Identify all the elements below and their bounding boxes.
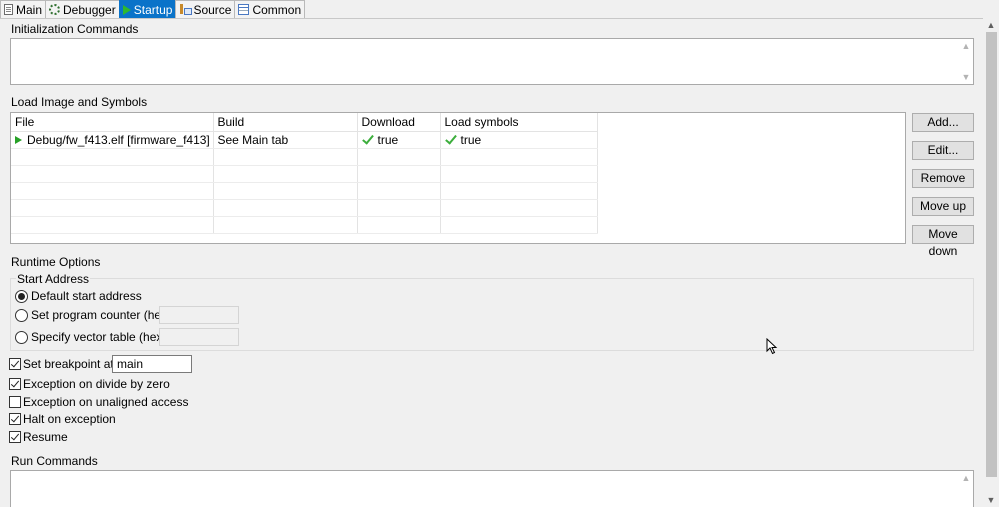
move-down-button[interactable]: Move down <box>912 225 974 258</box>
gear-icon <box>49 4 61 15</box>
table-header-row: File Build Download Load symbols <box>11 113 598 132</box>
init-commands-textarea[interactable]: ▲ ▼ <box>10 38 974 85</box>
tab-label: Debugger <box>63 2 116 17</box>
tab-main[interactable]: Main <box>0 0 47 18</box>
radio-label: Set program counter (hex): <box>31 308 175 322</box>
radio-button[interactable] <box>15 330 28 344</box>
set-breakpoint-checkbox[interactable]: Set breakpoint at: <box>9 357 117 371</box>
run-commands-textarea[interactable]: ▲ <box>10 470 974 507</box>
scroll-up-icon[interactable]: ▲ <box>983 18 999 32</box>
tab-source[interactable]: Source <box>175 0 236 18</box>
tab-label: Main <box>16 2 43 17</box>
runtime-options-label: Runtime Options <box>11 255 101 269</box>
checkbox-label: Halt on exception <box>23 412 116 426</box>
page-icon <box>4 4 13 15</box>
load-image-label: Load Image and Symbols <box>11 95 148 109</box>
load-symbols-cell[interactable]: true <box>440 131 598 149</box>
run-commands-scrollbar[interactable]: ▲ <box>959 471 973 507</box>
column-header-file[interactable]: File <box>11 113 214 132</box>
radio-label: Default start address <box>31 289 142 303</box>
tab-label: Source <box>193 2 232 17</box>
start-address-label: Start Address <box>16 272 91 286</box>
scroll-up-icon[interactable]: ▲ <box>959 39 973 53</box>
radio-button[interactable] <box>15 308 28 322</box>
play-icon <box>15 135 22 144</box>
resume-checkbox[interactable]: Resume <box>9 430 68 444</box>
add-button[interactable]: Add... <box>912 113 974 132</box>
table-row-empty <box>11 182 598 200</box>
halt-on-exception-checkbox[interactable]: Halt on exception <box>9 412 116 426</box>
checkbox[interactable] <box>9 358 21 370</box>
checkbox[interactable] <box>9 431 21 443</box>
download-cell[interactable]: true <box>357 131 441 149</box>
load-symbols-value: true <box>460 132 482 147</box>
file-cell[interactable]: Debug/fw_f413.elf [firmware_f413] <box>11 131 214 149</box>
unaligned-access-checkbox[interactable]: Exception on unaligned access <box>9 395 188 409</box>
tab-divider <box>0 18 983 19</box>
init-commands-label: Initialization Commands <box>11 22 139 36</box>
tab-label: Startup <box>133 2 173 17</box>
tab-startup[interactable]: Startup <box>118 0 177 18</box>
launch-config-tabs: Main Debugger Startup Source Common <box>0 0 306 18</box>
checkbox-label: Resume <box>23 430 68 444</box>
checkbox-label: Exception on divide by zero <box>23 377 170 391</box>
table-row-empty <box>11 165 598 183</box>
scrollbar-thumb[interactable] <box>986 32 997 477</box>
default-start-address-radio[interactable]: Default start address <box>15 289 142 303</box>
table-row-empty <box>11 216 598 234</box>
checkbox-label: Exception on unaligned access <box>23 395 189 409</box>
init-commands-scrollbar[interactable]: ▲ ▼ <box>959 39 973 84</box>
radio-button[interactable] <box>15 289 28 303</box>
download-value: true <box>377 132 399 147</box>
column-header-download[interactable]: Download <box>357 113 441 132</box>
load-image-table[interactable]: File Build Download Load symbols Debug/f… <box>10 112 906 244</box>
breakpoint-input[interactable]: main <box>112 355 192 373</box>
radio-label: Specify vector table (hex): <box>31 330 170 344</box>
tab-label: Common <box>252 2 302 17</box>
vector-table-field <box>159 328 239 346</box>
check-icon <box>445 134 456 145</box>
checkbox-label: Set breakpoint at: <box>23 357 118 371</box>
tab-common[interactable]: Common <box>234 0 306 18</box>
play-icon <box>122 4 131 15</box>
table-row[interactable]: Debug/fw_f413.elf [firmware_f413] See Ma… <box>11 131 598 149</box>
scroll-up-icon[interactable]: ▲ <box>959 471 973 485</box>
remove-button[interactable]: Remove <box>912 169 974 188</box>
program-counter-field <box>159 306 239 324</box>
set-program-counter-radio[interactable]: Set program counter (hex): <box>15 308 174 322</box>
check-icon <box>362 134 373 145</box>
scroll-down-icon[interactable]: ▼ <box>959 70 973 84</box>
file-value: Debug/fw_f413.elf [firmware_f413] <box>27 132 210 147</box>
checkbox[interactable] <box>9 378 21 390</box>
column-header-build[interactable]: Build <box>213 113 358 132</box>
table-row-empty <box>11 199 598 217</box>
source-icon <box>179 4 193 15</box>
column-header-load-symbols[interactable]: Load symbols <box>440 113 598 132</box>
page-scrollbar[interactable]: ▲ ▼ <box>983 18 999 507</box>
checkbox[interactable] <box>9 413 21 425</box>
checkbox[interactable] <box>9 396 21 408</box>
common-icon <box>238 4 250 15</box>
scroll-down-icon[interactable]: ▼ <box>983 493 999 507</box>
specify-vector-table-radio[interactable]: Specify vector table (hex): <box>15 330 170 344</box>
edit-button[interactable]: Edit... <box>912 141 974 160</box>
table-row-empty <box>11 148 598 166</box>
tab-debugger[interactable]: Debugger <box>45 0 120 18</box>
run-commands-label: Run Commands <box>11 454 98 468</box>
move-up-button[interactable]: Move up <box>912 197 974 216</box>
build-cell[interactable]: See Main tab <box>213 131 358 149</box>
divide-by-zero-checkbox[interactable]: Exception on divide by zero <box>9 377 170 391</box>
